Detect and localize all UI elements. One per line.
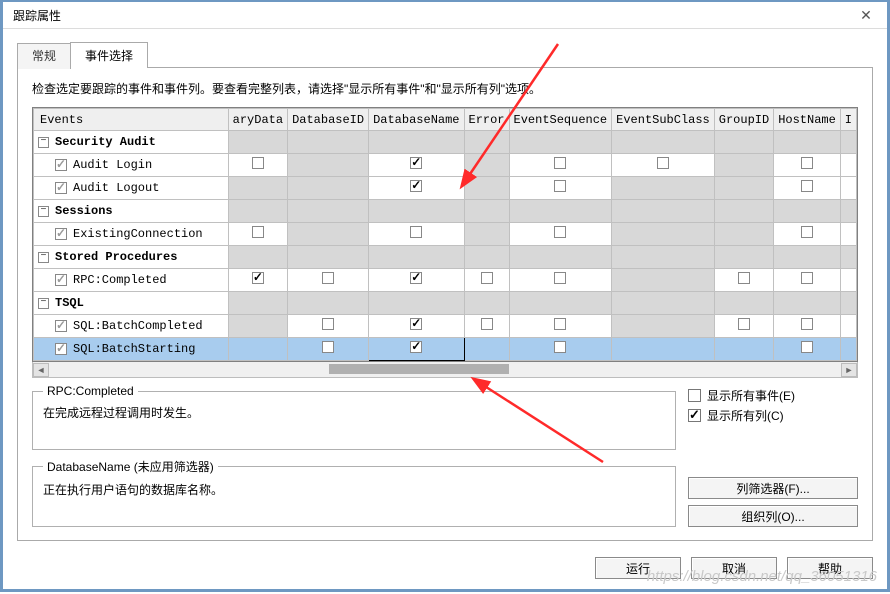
grid-checkbox[interactable] — [322, 341, 334, 353]
tab-strip: 常规 事件选择 — [17, 41, 873, 67]
grid-checkbox[interactable] — [554, 226, 566, 238]
cat-stored-procedures: Stored Procedures — [55, 250, 177, 264]
row-checkbox[interactable] — [55, 159, 67, 171]
column-info-title: DatabaseName (未应用筛选器) — [43, 458, 218, 475]
grid-checkbox[interactable] — [252, 226, 264, 238]
grid-checkbox[interactable] — [410, 180, 422, 192]
scroll-left-icon[interactable]: ◄ — [33, 363, 49, 377]
hint-text: 检查选定要跟踪的事件和事件列。要查看完整列表，请选择"显示所有事件"和"显示所有… — [32, 80, 858, 97]
cat-tsql: TSQL — [55, 296, 84, 310]
grid-checkbox[interactable] — [410, 341, 422, 353]
grid-checkbox[interactable] — [481, 272, 493, 284]
tab-event-selection[interactable]: 事件选择 — [70, 42, 148, 68]
grid-checkbox[interactable] — [801, 157, 813, 169]
checkbox-icon — [688, 389, 701, 402]
collapse-icon[interactable]: − — [38, 252, 49, 263]
grid-checkbox[interactable] — [252, 157, 264, 169]
collapse-icon[interactable]: − — [38, 206, 49, 217]
organize-columns-button[interactable]: 组织列(O)... — [688, 505, 858, 527]
col-groupid[interactable]: GroupID — [714, 109, 773, 131]
grid-checkbox[interactable] — [410, 272, 422, 284]
grid-checkbox[interactable] — [801, 318, 813, 330]
grid-checkbox[interactable] — [252, 272, 264, 284]
grid-checkbox[interactable] — [481, 318, 493, 330]
grid-checkbox[interactable] — [554, 341, 566, 353]
column-info-box: DatabaseName (未应用筛选器) 正在执行用户语句的数据库名称。 — [32, 458, 676, 527]
grid-checkbox[interactable] — [322, 272, 334, 284]
grid-checkbox[interactable] — [657, 157, 669, 169]
col-error[interactable]: Error — [464, 109, 509, 131]
event-info-box: RPC:Completed 在完成远程过程调用时发生。 — [32, 384, 676, 450]
row-checkbox[interactable] — [55, 274, 67, 286]
table-row: RPC:Completed — [34, 269, 857, 292]
close-icon[interactable]: ✕ — [851, 5, 881, 25]
col-databaseid[interactable]: DatabaseID — [288, 109, 369, 131]
table-row: Audit Logout — [34, 177, 857, 200]
scroll-right-icon[interactable]: ► — [841, 363, 857, 377]
grid-checkbox[interactable] — [801, 180, 813, 192]
cat-security-audit: Security Audit — [55, 135, 156, 149]
collapse-icon[interactable]: − — [38, 137, 49, 148]
show-all-columns-checkbox[interactable]: 显示所有列(C) — [688, 407, 858, 424]
cancel-button[interactable]: 取消 — [691, 557, 777, 579]
run-button[interactable]: 运行 — [595, 557, 681, 579]
col-events[interactable]: Events — [34, 109, 229, 131]
column-info-desc: 正在执行用户语句的数据库名称。 — [43, 481, 665, 498]
table-row-selected: SQL:BatchStarting — [34, 338, 857, 361]
row-checkbox[interactable] — [55, 343, 67, 355]
grid-checkbox[interactable] — [738, 318, 750, 330]
col-last[interactable]: I — [840, 109, 856, 131]
col-eventsequence[interactable]: EventSequence — [509, 109, 612, 131]
scroll-thumb[interactable] — [329, 364, 509, 374]
grid-checkbox[interactable] — [554, 272, 566, 284]
grid-checkbox[interactable] — [410, 318, 422, 330]
table-row: ExistingConnection — [34, 223, 857, 246]
grid-checkbox[interactable] — [410, 157, 422, 169]
row-checkbox[interactable] — [55, 228, 67, 240]
show-all-events-checkbox[interactable]: 显示所有事件(E) — [688, 387, 858, 404]
event-info-title: RPC:Completed — [43, 384, 138, 398]
grid-checkbox[interactable] — [554, 157, 566, 169]
horizontal-scrollbar[interactable]: ◄ ► — [32, 362, 858, 378]
grid-checkbox[interactable] — [801, 272, 813, 284]
col-eventsubclass[interactable]: EventSubClass — [612, 109, 715, 131]
tab-general[interactable]: 常规 — [17, 43, 71, 69]
table-row: Audit Login — [34, 154, 857, 177]
events-grid[interactable]: Events aryData DatabaseID DatabaseName E… — [32, 107, 858, 362]
grid-checkbox[interactable] — [322, 318, 334, 330]
grid-checkbox[interactable] — [801, 226, 813, 238]
grid-checkbox[interactable] — [410, 226, 422, 238]
col-databasename[interactable]: DatabaseName — [369, 109, 464, 131]
col-arydata[interactable]: aryData — [228, 109, 287, 131]
cat-sessions: Sessions — [55, 204, 113, 218]
grid-checkbox[interactable] — [738, 272, 750, 284]
row-checkbox[interactable] — [55, 320, 67, 332]
checkbox-icon — [688, 409, 701, 422]
event-info-desc: 在完成远程过程调用时发生。 — [43, 404, 665, 421]
grid-checkbox[interactable] — [554, 318, 566, 330]
column-filters-button[interactable]: 列筛选器(F)... — [688, 477, 858, 499]
col-hostname[interactable]: HostName — [774, 109, 841, 131]
window-title: 跟踪属性 — [13, 7, 851, 24]
grid-checkbox[interactable] — [554, 180, 566, 192]
grid-checkbox[interactable] — [801, 341, 813, 353]
table-row: SQL:BatchCompleted — [34, 315, 857, 338]
row-checkbox[interactable] — [55, 182, 67, 194]
collapse-icon[interactable]: − — [38, 298, 49, 309]
help-button[interactable]: 帮助 — [787, 557, 873, 579]
